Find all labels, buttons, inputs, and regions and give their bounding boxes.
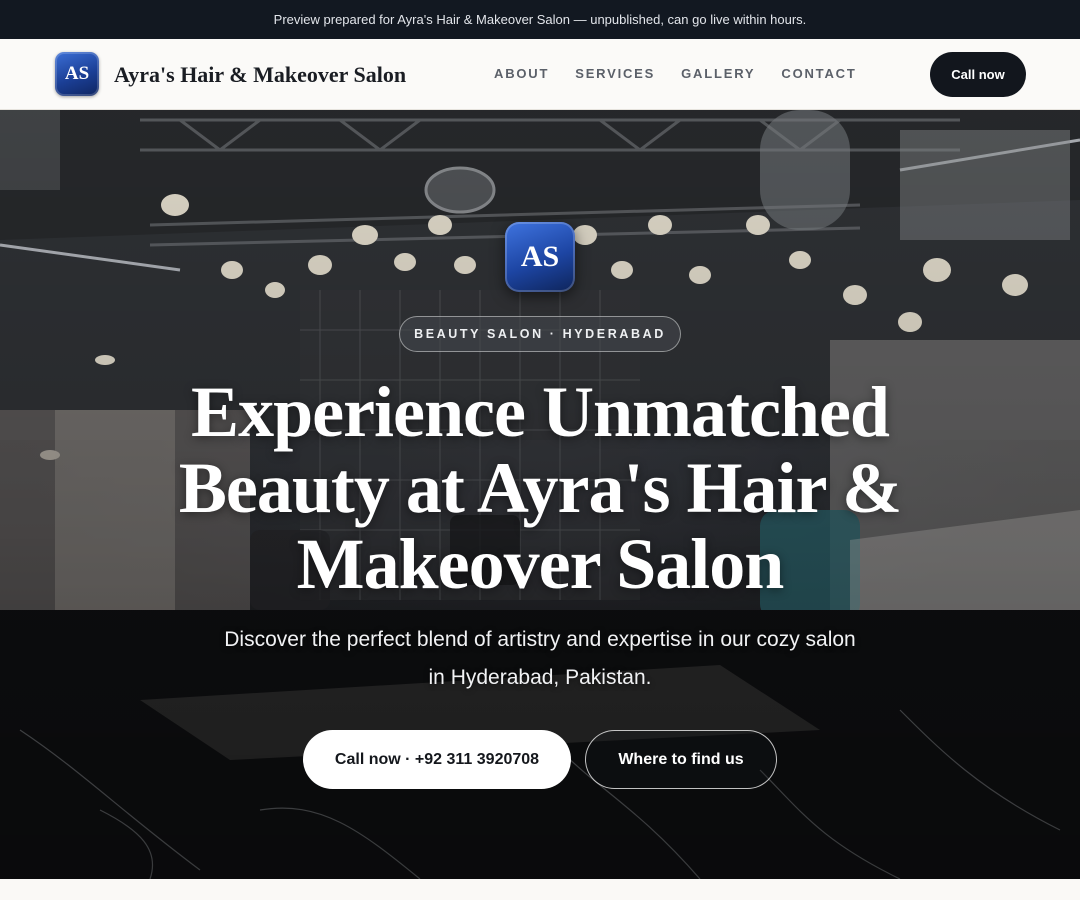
main-nav: ABOUT SERVICES GALLERY CONTACT [494, 66, 857, 81]
call-now-button[interactable]: Call now [930, 52, 1026, 97]
site-header: AS Ayra's Hair & Makeover Salon ABOUT SE… [0, 39, 1080, 110]
nav-contact[interactable]: CONTACT [781, 66, 856, 81]
logo-badge[interactable]: AS [55, 52, 99, 96]
brand-name[interactable]: Ayra's Hair & Makeover Salon [114, 62, 406, 88]
hero-logo-badge: AS [505, 222, 575, 292]
hero-headline: Experience Unmatched Beauty at Ayra's Ha… [178, 372, 902, 604]
category-pill: BEAUTY SALON · HYDERABAD [399, 316, 681, 352]
nav-gallery[interactable]: GALLERY [681, 66, 755, 81]
hero-logo-initials: AS [520, 240, 560, 273]
call-phone-button[interactable]: Call now · +92 311 3920708 [303, 730, 571, 789]
announcement-bar: Preview prepared for Ayra's Hair & Makeo… [0, 0, 1080, 39]
nav-services[interactable]: SERVICES [575, 66, 655, 81]
next-section-edge [0, 879, 1080, 900]
announcement-text: Preview prepared for Ayra's Hair & Makeo… [273, 12, 807, 27]
nav-about[interactable]: ABOUT [494, 66, 549, 81]
logo-initials: AS [64, 63, 90, 84]
hero-section: AS BEAUTY SALON · HYDERABAD Experience U… [0, 110, 1080, 879]
hero-subhead: Discover the perfect blend of artistry a… [224, 628, 856, 689]
find-us-button[interactable]: Where to find us [585, 730, 777, 789]
